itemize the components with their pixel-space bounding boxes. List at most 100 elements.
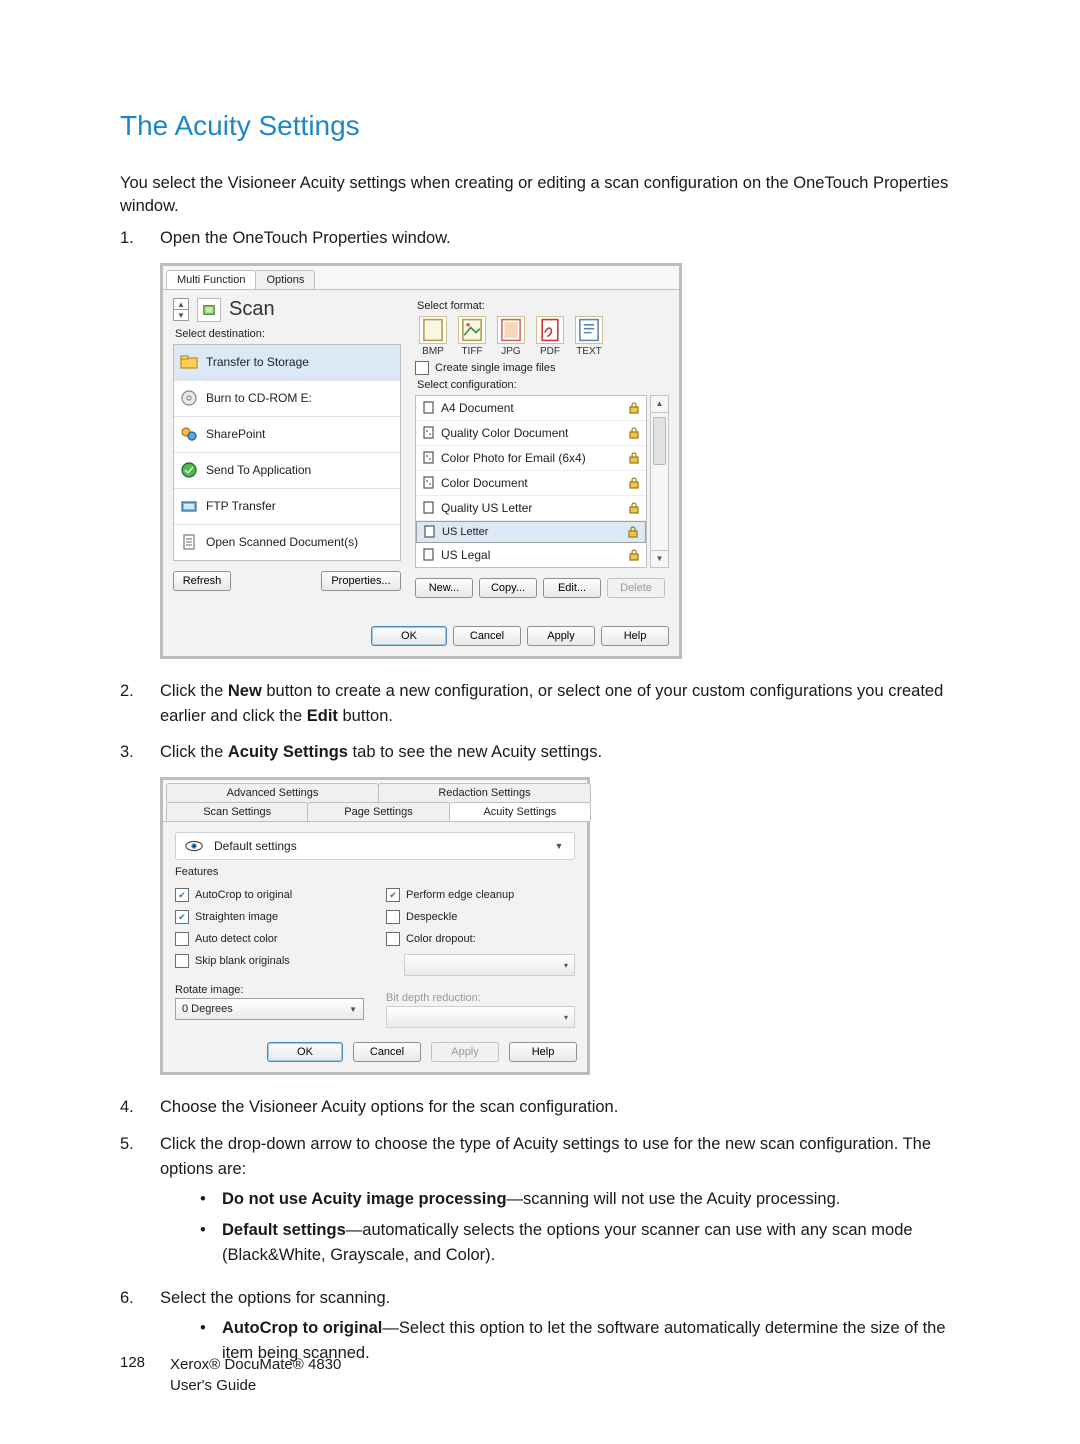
text: button to create a new configuration, or… [160, 682, 943, 725]
lock-icon [628, 549, 640, 561]
opt-autocrop[interactable]: ✔AutoCrop to original [175, 888, 364, 902]
option-label: Straighten image [195, 911, 278, 923]
option-label: AutoCrop to original [195, 889, 292, 901]
copy-button[interactable]: Copy... [479, 578, 537, 598]
format-tiff[interactable]: TIFF [454, 316, 490, 357]
help-button[interactable]: Help [601, 626, 669, 646]
format-label: PDF [540, 346, 560, 357]
opt-edge-cleanup[interactable]: ✔Perform edge cleanup [386, 888, 575, 902]
format-label: BMP [422, 346, 444, 357]
dest-label: Burn to CD-ROM E: [206, 391, 312, 405]
ok-button[interactable]: OK [371, 626, 447, 646]
page-title: The Acuity Settings [120, 110, 970, 142]
cfg-a4[interactable]: A4 Document [416, 396, 646, 421]
option-label: Skip blank originals [195, 955, 290, 967]
create-single-checkbox[interactable]: Create single image files [415, 361, 669, 375]
text: Click the [160, 682, 228, 700]
tab-advanced[interactable]: Advanced Settings [166, 783, 379, 802]
new-button[interactable]: New... [415, 578, 473, 598]
format-jpg[interactable]: JPG [493, 316, 529, 357]
bit-depth-label: Bit depth reduction: [386, 992, 575, 1004]
ftp-icon [180, 497, 198, 515]
format-label: JPG [501, 346, 520, 357]
bit-depth-select: ▾ [386, 1006, 575, 1028]
opt-straighten[interactable]: ✔ Straighten image [175, 910, 364, 924]
tab-page[interactable]: Page Settings [307, 802, 449, 821]
opt-skip-blank[interactable]: Skip blank originals [175, 954, 364, 968]
checkbox-icon [175, 954, 189, 968]
step-4: 4. Choose the Visioneer Acuity options f… [120, 1095, 970, 1120]
tab-scan[interactable]: Scan Settings [166, 802, 308, 821]
opt-auto-color[interactable]: Auto detect color [175, 932, 364, 946]
dest-label: Transfer to Storage [206, 355, 309, 369]
select-format-label: Select format: [417, 300, 669, 312]
cfg-us-legal[interactable]: US Legal [416, 543, 646, 567]
dest-open-scanned[interactable]: Open Scanned Document(s) [174, 525, 400, 560]
format-text[interactable]: TEXT [571, 316, 607, 357]
opt-color-dropout[interactable]: Color dropout: [386, 932, 575, 946]
page-bw-icon [423, 525, 436, 538]
dest-ftp[interactable]: FTP Transfer [174, 489, 400, 525]
step-2: 2. Click the New button to create a new … [120, 679, 970, 729]
dest-transfer-to-storage[interactable]: Transfer to Storage [174, 345, 400, 381]
dest-burn-cd[interactable]: Burn to CD-ROM E: [174, 381, 400, 417]
spinner[interactable]: ▲▼ [173, 298, 189, 321]
chevron-down-icon: ▼ [349, 1005, 357, 1014]
sharepoint-icon [180, 425, 198, 443]
lock-icon [628, 402, 640, 414]
tab-redaction[interactable]: Redaction Settings [378, 783, 591, 802]
scroll-down-icon[interactable]: ▼ [651, 550, 668, 567]
chevron-down-icon: ▼ [552, 841, 566, 851]
dest-send-to-app[interactable]: Send To Application [174, 453, 400, 489]
preset-dropdown[interactable]: Default settings ▼ [175, 832, 575, 860]
bold-acuity: Acuity Settings [228, 743, 348, 761]
checkbox-label: Create single image files [435, 362, 555, 374]
eye-icon [184, 836, 204, 856]
cancel-button[interactable]: Cancel [353, 1042, 421, 1062]
checkbox-checked-icon: ✔ [175, 910, 189, 924]
apply-button: Apply [431, 1042, 499, 1062]
page-bw-icon [422, 548, 435, 561]
scrollbar[interactable]: ▲ ▼ [650, 395, 669, 568]
cfg-color-doc[interactable]: Color Document [416, 471, 646, 496]
text: —scanning will not use the Acuity proces… [507, 1190, 841, 1208]
chevron-down-icon: ▾ [564, 961, 568, 970]
ok-button[interactable]: OK [267, 1042, 343, 1062]
cfg-us-letter[interactable]: US Letter [416, 521, 646, 543]
tab-multi-function[interactable]: Multi Function [166, 270, 256, 289]
opt-despeckle[interactable]: Despeckle [386, 910, 575, 924]
apply-button[interactable]: Apply [527, 626, 595, 646]
scroll-up-icon[interactable]: ▲ [651, 396, 668, 413]
bold-new: New [228, 682, 262, 700]
tab-acuity[interactable]: Acuity Settings [449, 802, 591, 821]
lock-icon [628, 502, 640, 514]
lock-icon [628, 477, 640, 489]
bold: AutoCrop to original [222, 1319, 382, 1337]
dest-sharepoint[interactable]: SharePoint [174, 417, 400, 453]
edit-button[interactable]: Edit... [543, 578, 601, 598]
cfg-label: Color Photo for Email (6x4) [441, 451, 586, 465]
scan-title: Scan [229, 298, 275, 321]
format-pdf[interactable]: PDF [532, 316, 568, 357]
cfg-quality-color[interactable]: Quality Color Document [416, 421, 646, 446]
step-3: 3. Click the Acuity Settings tab to see … [120, 740, 970, 765]
dest-label: FTP Transfer [206, 499, 276, 513]
cfg-label: Color Document [441, 476, 528, 490]
format-label: TIFF [461, 346, 482, 357]
tab-options[interactable]: Options [255, 270, 315, 289]
cfg-quality-us-letter[interactable]: Quality US Letter [416, 496, 646, 521]
properties-button[interactable]: Properties... [321, 571, 401, 591]
cancel-button[interactable]: Cancel [453, 626, 521, 646]
rotate-select[interactable]: 0 Degrees ▼ [175, 998, 364, 1020]
step-number: 1. [120, 226, 160, 251]
refresh-button[interactable]: Refresh [173, 571, 231, 591]
bold: Default settings [222, 1221, 346, 1239]
cfg-color-photo[interactable]: Color Photo for Email (6x4) [416, 446, 646, 471]
format-bmp[interactable]: BMP [415, 316, 451, 357]
scroll-thumb[interactable] [653, 417, 666, 465]
delete-button: Delete [607, 578, 665, 598]
select-value: 0 Degrees [182, 1003, 233, 1015]
cd-icon [180, 389, 198, 407]
option-label: Perform edge cleanup [406, 889, 514, 901]
help-button[interactable]: Help [509, 1042, 577, 1062]
